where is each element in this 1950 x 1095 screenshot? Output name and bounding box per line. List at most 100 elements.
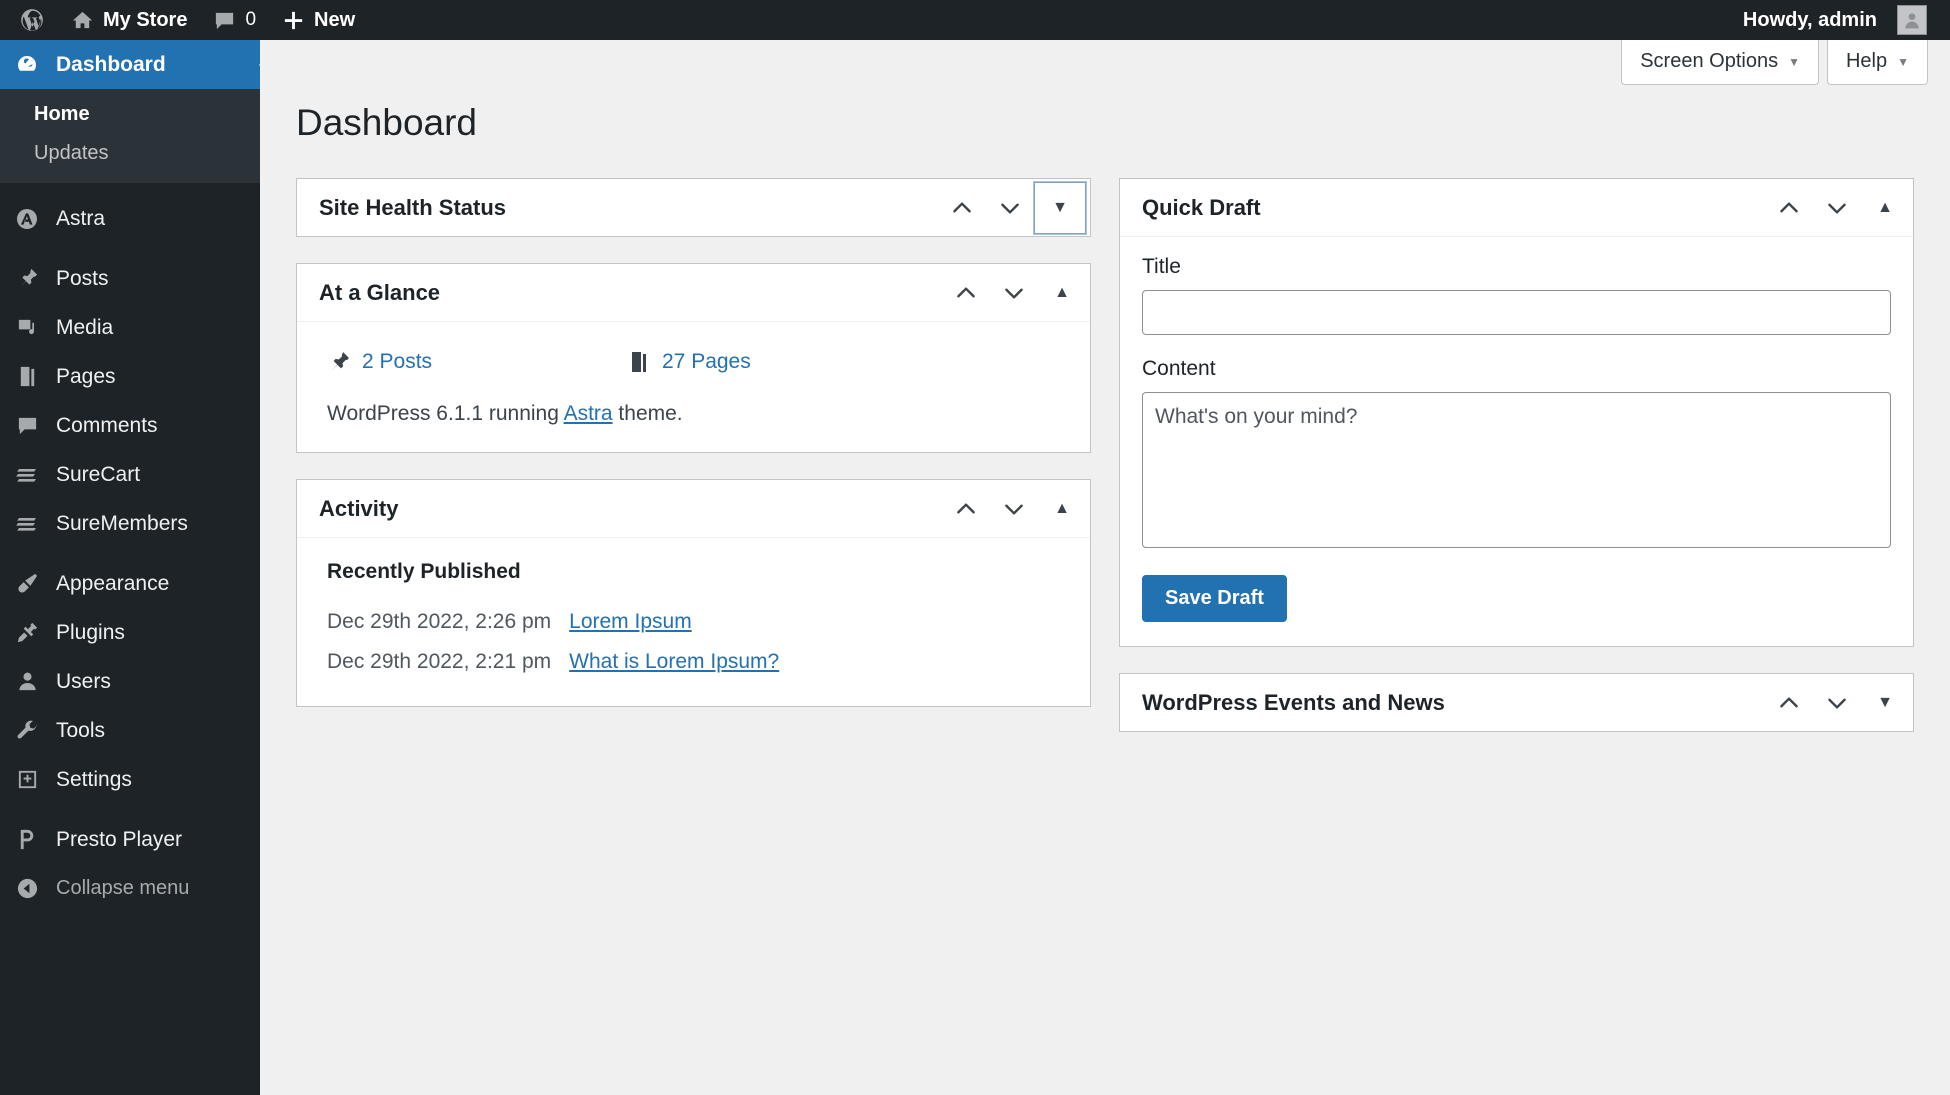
panel-toggle-button[interactable]: ▲ [1038, 487, 1086, 531]
activity-post-link[interactable]: Lorem Ipsum [569, 610, 692, 634]
sidebar-item-presto-player[interactable]: Presto Player [0, 815, 260, 864]
sidebar-item-astra[interactable]: Astra [0, 194, 260, 243]
dashboard-icon [14, 53, 40, 77]
sidebar-item-dashboard[interactable]: Dashboard [0, 40, 268, 89]
move-up-button[interactable] [942, 487, 990, 531]
triangle-up-icon: ▲ [1877, 198, 1893, 216]
activity-post-link[interactable]: What is Lorem Ipsum? [569, 650, 779, 674]
avatar [1897, 5, 1927, 35]
panel-header: Activity ▲ [297, 480, 1090, 537]
glance-item-pages[interactable]: 27 Pages [627, 350, 927, 374]
site-name-label: My Store [103, 8, 188, 31]
quick-draft-title-input[interactable] [1142, 290, 1891, 335]
plus-icon [282, 9, 305, 32]
pushpin-icon [327, 350, 351, 374]
sidebar-item-surecart[interactable]: SureCart [0, 450, 260, 499]
sidebar-item-label: Users [56, 669, 111, 693]
new-content-label: New [314, 8, 356, 31]
dashboard-submenu: Home Updates [0, 89, 260, 183]
triangle-down-icon: ▼ [1877, 693, 1893, 711]
panel-toggle-button[interactable]: ▼ [1861, 681, 1909, 725]
move-down-button[interactable] [990, 487, 1038, 531]
glance-stats-list: 2 Posts 27 Pages [319, 340, 1068, 380]
astra-icon [14, 207, 40, 231]
save-draft-button[interactable]: Save Draft [1142, 575, 1287, 622]
wrench-icon [14, 719, 40, 742]
sidebar-subitem-updates[interactable]: Updates [0, 134, 260, 173]
panel-activity: Activity ▲ Recently Published Dec 29th 2… [296, 479, 1091, 707]
panel-toggle-button[interactable]: ▼ [1034, 181, 1086, 234]
move-up-button[interactable] [938, 186, 986, 230]
help-label: Help [1845, 50, 1888, 72]
sidebar-item-posts[interactable]: Posts [0, 254, 260, 303]
collapse-menu-button[interactable]: Collapse menu [0, 864, 260, 913]
sidebar-item-label: Astra [56, 206, 106, 230]
collapse-menu-label: Collapse menu [56, 877, 190, 899]
sidebar-item-settings[interactable]: Settings [0, 755, 260, 804]
sidebar-item-comments[interactable]: Comments [0, 401, 260, 450]
move-down-button[interactable] [1813, 681, 1861, 725]
site-name-menu[interactable]: My Store [58, 0, 200, 40]
comment-bubble-icon [213, 9, 236, 32]
sidebar-item-label: Plugins [56, 620, 125, 644]
panel-actions: ▲ [942, 487, 1086, 531]
dashboard-column-right: Quick Draft ▲ Title Content What's on yo… [1119, 178, 1914, 758]
sidebar-item-tools[interactable]: Tools [0, 706, 260, 755]
comments-menu[interactable]: 0 [200, 0, 269, 40]
panel-title: Activity [319, 495, 399, 521]
sidebar-item-appearance[interactable]: Appearance [0, 559, 260, 608]
user-icon [14, 670, 40, 693]
sidebar-subitem-home[interactable]: Home [0, 95, 260, 134]
glance-item-posts[interactable]: 2 Posts [327, 350, 627, 374]
sidebar-item-label: Tools [56, 718, 106, 742]
sidebar-item-label: Settings [56, 767, 132, 791]
sidebar-item-pages[interactable]: Pages [0, 352, 260, 401]
activity-row: Dec 29th 2022, 2:21 pm What is Lorem Ips… [319, 642, 1068, 682]
theme-link[interactable]: Astra [564, 402, 613, 425]
screen-meta-links: Screen Options ▼ Help ▼ [1621, 40, 1928, 85]
panel-toggle-button[interactable]: ▲ [1038, 271, 1086, 315]
move-down-button[interactable] [1813, 186, 1861, 230]
panel-title: WordPress Events and News [1142, 689, 1445, 715]
wordpress-logo-icon [19, 7, 45, 33]
panel-header: WordPress Events and News ▼ [1120, 674, 1913, 731]
wordpress-logo-menu[interactable] [6, 0, 58, 40]
panel-toggle-button[interactable]: ▲ [1861, 186, 1909, 230]
sidebar-item-users[interactable]: Users [0, 657, 260, 706]
quick-draft-content-textarea[interactable] [1142, 392, 1891, 548]
sidebar-item-plugins[interactable]: Plugins [0, 608, 260, 657]
new-content-menu[interactable]: New [269, 0, 368, 40]
plug-icon [14, 621, 40, 644]
menu-separator [0, 243, 260, 254]
admin-sidebar-menu: Dashboard Home Updates Astra Posts Media [0, 40, 268, 1095]
sidebar-item-suremembers[interactable]: SureMembers [0, 499, 260, 548]
pages-icon [627, 350, 651, 374]
screen-options-button[interactable]: Screen Options ▼ [1621, 40, 1819, 85]
my-account-menu[interactable]: Howdy, admin [1730, 0, 1940, 40]
paintbrush-icon [14, 572, 40, 595]
help-button[interactable]: Help ▼ [1826, 40, 1928, 85]
panel-site-health-status: Site Health Status ▼ [296, 178, 1091, 237]
panel-actions: ▼ [1765, 681, 1909, 725]
quick-draft-title-label: Title [1142, 255, 1181, 278]
panel-actions: ▲ [942, 271, 1086, 315]
chevron-down-icon: ▼ [1897, 54, 1909, 69]
triangle-up-icon: ▲ [1054, 283, 1070, 301]
activity-row: Dec 29th 2022, 2:26 pm Lorem Ipsum [319, 602, 1068, 642]
sidebar-item-media[interactable]: Media [0, 303, 260, 352]
settings-sliders-icon [14, 768, 40, 791]
move-up-button[interactable] [942, 271, 990, 315]
panel-at-a-glance: At a Glance ▲ 2 Posts 27 Pages WordPress… [296, 263, 1091, 453]
version-suffix: theme. [612, 402, 683, 425]
sidebar-item-label: Appearance [56, 571, 170, 595]
move-down-button[interactable] [986, 186, 1034, 230]
presto-player-icon [14, 828, 40, 851]
home-icon [71, 9, 94, 32]
chevron-down-icon: ▼ [1788, 54, 1800, 69]
activity-date: Dec 29th 2022, 2:21 pm [327, 650, 552, 673]
wordpress-version-line: WordPress 6.1.1 running Astra theme. [319, 380, 1068, 428]
move-up-button[interactable] [1765, 186, 1813, 230]
move-up-button[interactable] [1765, 681, 1813, 725]
move-down-button[interactable] [990, 271, 1038, 315]
